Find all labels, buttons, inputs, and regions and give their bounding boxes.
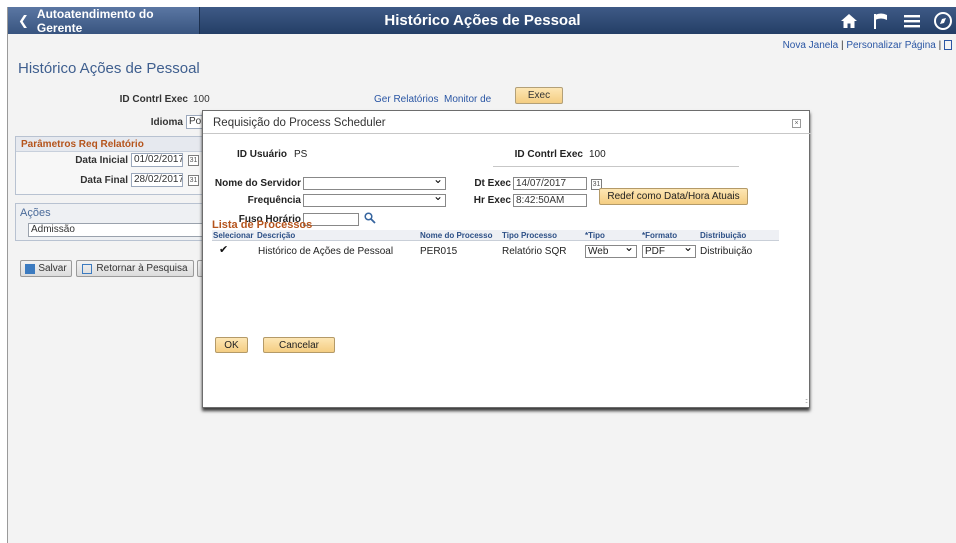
link-separator: | [938, 40, 942, 51]
run-time-field[interactable]: 8:42:50AM [513, 194, 587, 207]
dialog-title: Requisição do Process Scheduler [213, 117, 386, 129]
select-checkbox[interactable]: ✔ [219, 245, 230, 256]
dialog-run-control-value: 100 [589, 149, 606, 160]
column-header-select: Selecionar [213, 231, 254, 240]
process-type: Relatório SQR [502, 246, 567, 257]
chevron-down-icon: ⌄ [432, 172, 443, 186]
resize-handle-icon[interactable]: :: [805, 398, 808, 405]
back-button-label: Autoatendimento do Gerente [36, 7, 154, 35]
output-type-value: Web [588, 246, 609, 257]
search-icon[interactable] [364, 212, 376, 224]
distribution-link[interactable]: Distribuição [700, 246, 752, 257]
column-header-type: *Tipo [585, 231, 605, 240]
page-heading: Histórico Ações de Pessoal [18, 60, 200, 77]
end-date-label: Data Final [80, 175, 128, 186]
server-name-select[interactable]: ⌄ [303, 172, 446, 190]
report-params-title: Parâmetros Req Relatório [16, 137, 206, 152]
start-date-field[interactable]: 01/02/2017 [131, 153, 183, 167]
run-control-label: ID Contrl Exec [119, 94, 188, 105]
output-format-select[interactable]: PDF ⌄ [642, 240, 696, 258]
calendar-icon[interactable]: 31 [188, 175, 199, 186]
chevron-down-icon: ⌄ [623, 240, 634, 254]
ok-button[interactable]: OK [215, 337, 248, 353]
chevron-down-icon: ⌄ [682, 240, 693, 254]
server-name-label: Nome do Servidor [214, 178, 301, 189]
column-header-description: Descrição [257, 231, 296, 240]
navbar-icon[interactable] [932, 10, 954, 31]
chevron-down-icon: ⌄ [432, 189, 443, 203]
user-id-label: ID Usuário [236, 149, 287, 160]
return-to-search-button[interactable]: Retornar à Pesquisa [76, 260, 194, 277]
table-row: ✔ Histórico de Ações de Pessoal PER015 R… [212, 241, 779, 261]
process-description: Histórico de Ações de Pessoal [258, 246, 394, 257]
personalize-page-link[interactable]: Personalizar Página [846, 40, 936, 51]
process-monitor-link[interactable]: Monitor de [444, 94, 491, 105]
actions-group: Ações Admissão [15, 203, 208, 241]
report-manager-link[interactable]: Ger Relatórios [374, 94, 438, 105]
end-date-field[interactable]: 28/02/2017 [131, 173, 183, 187]
actions-field[interactable]: Admissão [28, 223, 208, 237]
help-icon[interactable] [944, 40, 952, 51]
reset-datetime-button[interactable]: Redef como Data/Hora Atuais [599, 188, 748, 205]
dialog-run-control-label: ID Contrl Exec [514, 149, 583, 160]
chevron-left-icon: ❮ [18, 12, 29, 28]
divider [493, 166, 739, 167]
exec-button[interactable]: Exec [515, 87, 563, 104]
run-time-label: Hr Exec [473, 195, 511, 206]
link-separator: | [840, 40, 844, 51]
column-header-process-name: Nome do Processo [420, 231, 493, 240]
calendar-icon[interactable]: 31 [188, 155, 199, 166]
save-button-label: Salvar [38, 263, 67, 274]
output-type-select[interactable]: Web ⌄ [585, 240, 637, 258]
save-button[interactable]: Salvar [20, 260, 72, 277]
column-header-process-type: Tipo Processo [502, 231, 557, 240]
save-icon [25, 263, 36, 274]
process-scheduler-dialog: Requisição do Process Scheduler × ID Usu… [202, 110, 811, 408]
column-header-distribution: Distribuição [700, 231, 747, 240]
column-header-format: *Formato [642, 231, 678, 240]
recurrence-select[interactable]: ⌄ [303, 189, 446, 207]
table-header: Selecionar Descrição Nome do Processo Ti… [212, 230, 779, 241]
menu-icon[interactable] [901, 10, 923, 31]
close-icon[interactable]: × [792, 119, 801, 128]
top-banner: ❮ Autoatendimento do Gerente Histórico A… [8, 7, 956, 35]
cancel-button[interactable]: Cancelar [263, 337, 335, 353]
process-name: PER015 [420, 246, 458, 257]
run-date-label: Dt Exec [474, 178, 511, 189]
title-divider [203, 133, 811, 134]
flag-icon[interactable] [870, 10, 892, 31]
run-control-value: 100 [193, 94, 210, 105]
recurrence-label: Frequência [247, 195, 301, 206]
process-list-table: Selecionar Descrição Nome do Processo Ti… [212, 230, 779, 261]
back-button[interactable]: ❮ Autoatendimento do Gerente [8, 7, 200, 35]
page-links: Nova Janela | Personalizar Página | [783, 40, 952, 51]
run-date-field[interactable]: 14/07/2017 [513, 177, 587, 190]
actions-title: Ações [20, 207, 51, 219]
page-background: ❮ Autoatendimento do Gerente Histórico A… [7, 7, 956, 543]
start-date-label: Data Inicial [75, 155, 128, 166]
home-icon[interactable] [838, 10, 860, 31]
new-window-link[interactable]: Nova Janela [783, 40, 839, 51]
language-label: Idioma [150, 117, 183, 128]
return-icon [82, 263, 93, 274]
user-id-value: PS [294, 149, 308, 160]
return-button-label: Retornar à Pesquisa [96, 263, 188, 274]
output-format-value: PDF [645, 246, 665, 257]
